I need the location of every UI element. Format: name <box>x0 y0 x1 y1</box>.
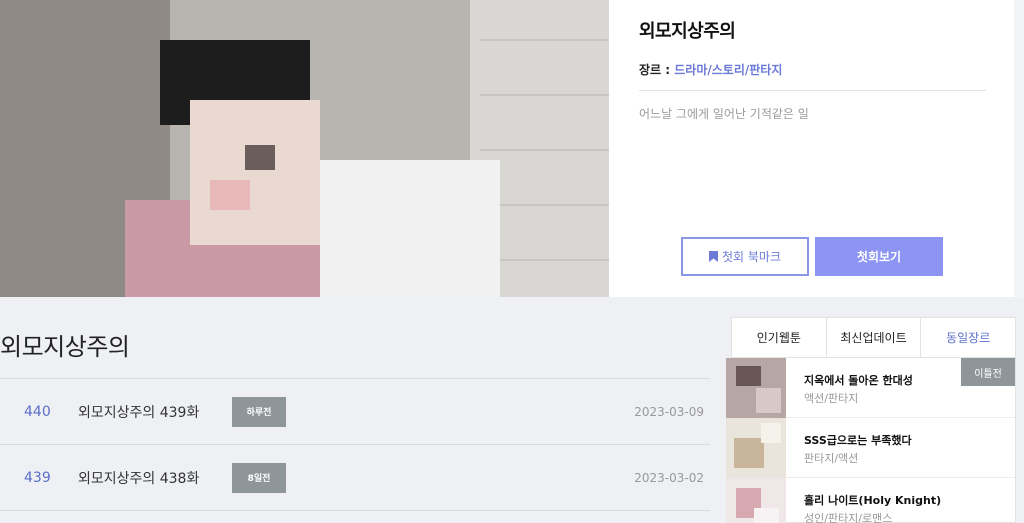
episode-new-badge: 8일전 <box>232 462 286 493</box>
genre-line: 장르 : 드라마/스토리/판타지 <box>639 61 986 91</box>
webtoon-thumbnail <box>726 418 786 478</box>
episode-row[interactable]: 439 외모지상주의 438화 8일전 2023-03-02 <box>0 445 710 511</box>
sidebar-item-genre: 판타지/액션 <box>804 452 859 465</box>
episode-row[interactable]: 440 외모지상주의 439화 하루전 2023-03-09 <box>0 379 710 445</box>
webtoon-header: 외모지상주의 장르 : 드라마/스토리/판타지 어느날 그에게 일어난 기적같은… <box>0 0 1024 297</box>
genre-value[interactable]: 드라마/스토리/판타지 <box>674 63 782 77</box>
bookmark-button[interactable]: 첫회 북마크 <box>681 237 809 276</box>
cover-image <box>0 0 609 297</box>
episode-name[interactable]: 외모지상주의 439화 <box>78 402 199 422</box>
genre-label: 장르 : <box>639 63 675 77</box>
webtoon-thumbnail <box>726 358 786 418</box>
sidebar-list-item[interactable]: SSS급으로는 부족했다 판타지/액션 <box>726 418 1015 478</box>
sidebar-list-item[interactable]: 홀리 나이트(Holy Knight) 성인/판타지/로맨스 <box>726 478 1015 523</box>
tab-same-genre[interactable]: 동일장르 <box>921 318 1015 357</box>
webtoon-description: 어느날 그에게 일어난 기적같은 일 <box>639 107 809 121</box>
episode-date: 2023-03-09 <box>634 404 704 419</box>
sidebar-ranking: 인기웹툰 최신업데이트 동일장르 지옥에서 돌아온 한대성 액션/판타지 이틀전… <box>726 317 1016 523</box>
bookmark-button-label: 첫회 북마크 <box>721 250 781 264</box>
webtoon-thumbnail <box>726 478 786 523</box>
episode-section-title: 외모지상주의 <box>0 333 130 361</box>
sidebar-item-title: SSS급으로는 부족했다 <box>804 434 912 447</box>
first-episode-button[interactable]: 첫회보기 <box>815 237 943 276</box>
episode-date: 2023-03-02 <box>634 470 704 485</box>
episode-name[interactable]: 외모지상주의 438화 <box>78 468 199 488</box>
tab-popular[interactable]: 인기웹툰 <box>732 318 827 357</box>
sidebar-item-badge: 이틀전 <box>961 358 1015 386</box>
episode-number: 439 <box>24 469 51 486</box>
bookmark-icon <box>708 251 718 262</box>
sidebar-item-genre: 액션/판타지 <box>804 392 859 405</box>
episode-list: 440 외모지상주의 439화 하루전 2023-03-09 439 외모지상주… <box>0 378 710 511</box>
episode-number: 440 <box>24 403 51 420</box>
tab-latest-update[interactable]: 최신업데이트 <box>827 318 922 357</box>
webtoon-title: 외모지상주의 <box>639 21 736 42</box>
sidebar-item-title: 홀리 나이트(Holy Knight) <box>804 494 942 507</box>
sidebar-list-item[interactable]: 지옥에서 돌아온 한대성 액션/판타지 이틀전 <box>726 358 1015 418</box>
episode-new-badge: 하루전 <box>232 396 286 427</box>
pixelated-cover-art <box>0 0 609 297</box>
sidebar-item-title: 지옥에서 돌아온 한대성 <box>804 374 913 387</box>
sidebar-tabs: 인기웹툰 최신업데이트 동일장르 <box>732 318 1015 358</box>
webtoon-info-panel: 외모지상주의 장르 : 드라마/스토리/판타지 어느날 그에게 일어난 기적같은… <box>609 0 1014 297</box>
sidebar-item-genre: 성인/판타지/로맨스 <box>804 512 893 523</box>
